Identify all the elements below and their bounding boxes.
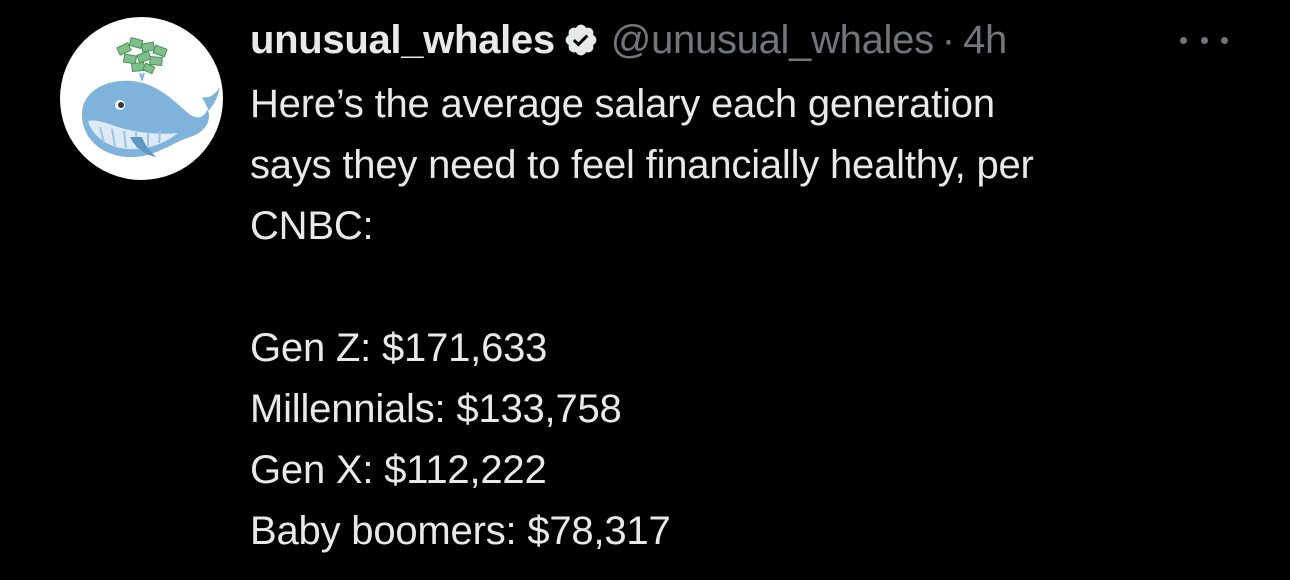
tweet-header: unusual_whales @unusual_whales · 4h (250, 16, 1260, 64)
avatar[interactable] (60, 17, 223, 180)
user-handle[interactable]: @unusual_whales (611, 18, 934, 63)
salary-item-gen-z: Gen Z: $171,633 (250, 326, 548, 370)
verified-badge-icon (563, 22, 599, 58)
display-name[interactable]: unusual_whales (250, 18, 555, 63)
more-dot (1200, 36, 1208, 44)
tweet-content: unusual_whales @unusual_whales · 4h Here… (250, 16, 1260, 562)
salary-item-gen-x: Gen X: $112,222 (250, 448, 547, 492)
tweet-text-line: Here’s the average salary each generatio… (250, 82, 995, 126)
tweet[interactable]: unusual_whales @unusual_whales · 4h Here… (0, 0, 1290, 580)
tweet-text-line: CNBC: (250, 204, 374, 248)
timestamp[interactable]: 4h (963, 18, 1007, 63)
salary-item-baby-boomers: Baby boomers: $78,317 (250, 509, 671, 553)
header-separator: · (941, 17, 956, 62)
tweet-text: Here’s the average salary each generatio… (250, 74, 1260, 562)
more-dot (1180, 36, 1187, 44)
whale-with-money-icon (82, 36, 220, 158)
salary-item-millennials: Millennials: $133,758 (250, 387, 622, 431)
more-dot (1221, 36, 1228, 44)
tweet-text-line: says they need to feel financially healt… (250, 143, 1034, 187)
more-horizontal-icon[interactable] (1180, 30, 1228, 50)
